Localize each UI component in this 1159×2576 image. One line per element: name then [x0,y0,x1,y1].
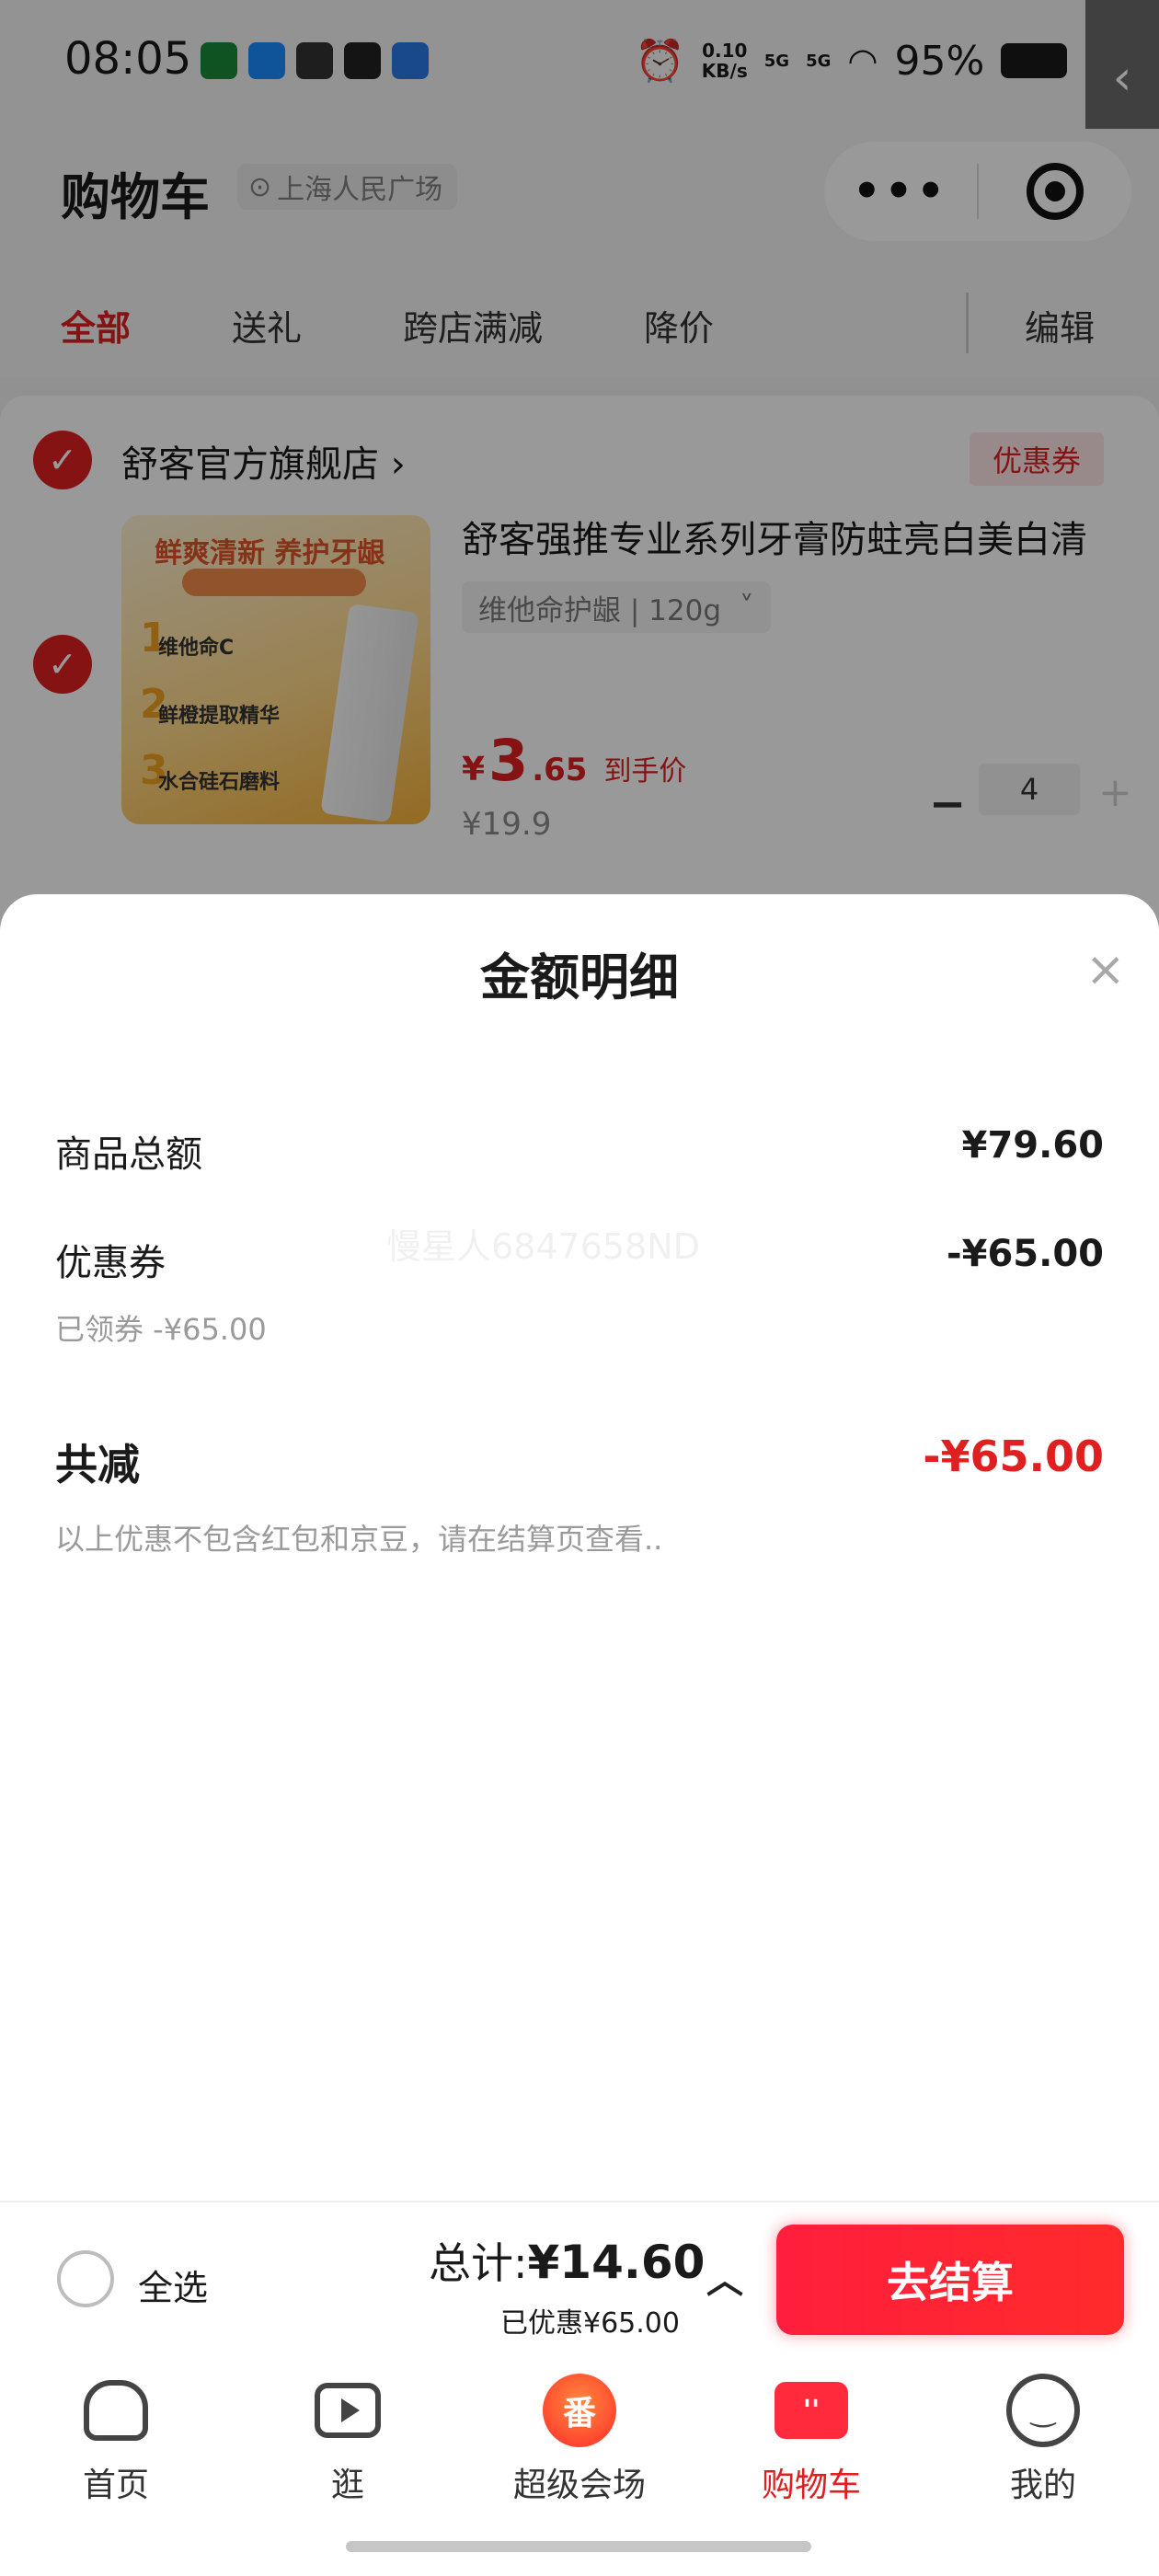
sheet-title: 金额明细 [480,949,679,1006]
disclaimer: 以上优惠不包含红包和京豆，请在结算页查看.. [55,1522,663,1557]
nav-home[interactable]: 首页 [0,2374,232,2506]
flame-icon: 番 [543,2374,616,2447]
nav-cart[interactable]: '' 购物车 [695,2374,927,2506]
watermark: 慢星人6847658ND [386,1226,700,1267]
total-cut-value: -¥65.00 [923,1432,1104,1481]
total-summary[interactable]: 总计: ¥14.60 [429,2230,705,2291]
total-cut-label: 共减 [55,1440,140,1489]
goods-total-value: ¥79.60 [961,1124,1104,1167]
nav-mine[interactable]: ‿ 我的 [927,2374,1159,2506]
nav-super-venue[interactable]: 番 超级会场 [464,2374,695,2506]
saved-amount: 已优惠¥65.00 [500,2307,680,2340]
video-icon [311,2374,384,2447]
nav-browse[interactable]: 逛 [232,2374,464,2506]
goods-total-label: 商品总额 [55,1133,202,1176]
coupon-value: -¥65.00 [947,1233,1104,1275]
smile-icon: ‿ [1006,2374,1080,2447]
cart-icon: '' [775,2382,848,2439]
chevron-up-icon[interactable]: ︿ [706,2250,743,2304]
coupon-note: 已领券 -¥65.00 [55,1312,267,1347]
home-indicator[interactable] [346,2541,811,2552]
checkout-button[interactable]: 去结算 [776,2225,1124,2335]
select-all-radio[interactable] [57,2250,114,2307]
screen: 08:05 ⏰ 0.10 KB/s 5G 5G ◠ 95% ‹ 购物车 ⊙ 上海… [0,0,1159,2576]
coupon-label: 优惠券 [55,1242,166,1284]
close-icon[interactable]: × [1085,942,1126,997]
home-icon [79,2374,153,2447]
select-all-label[interactable]: 全选 [138,2260,208,2310]
